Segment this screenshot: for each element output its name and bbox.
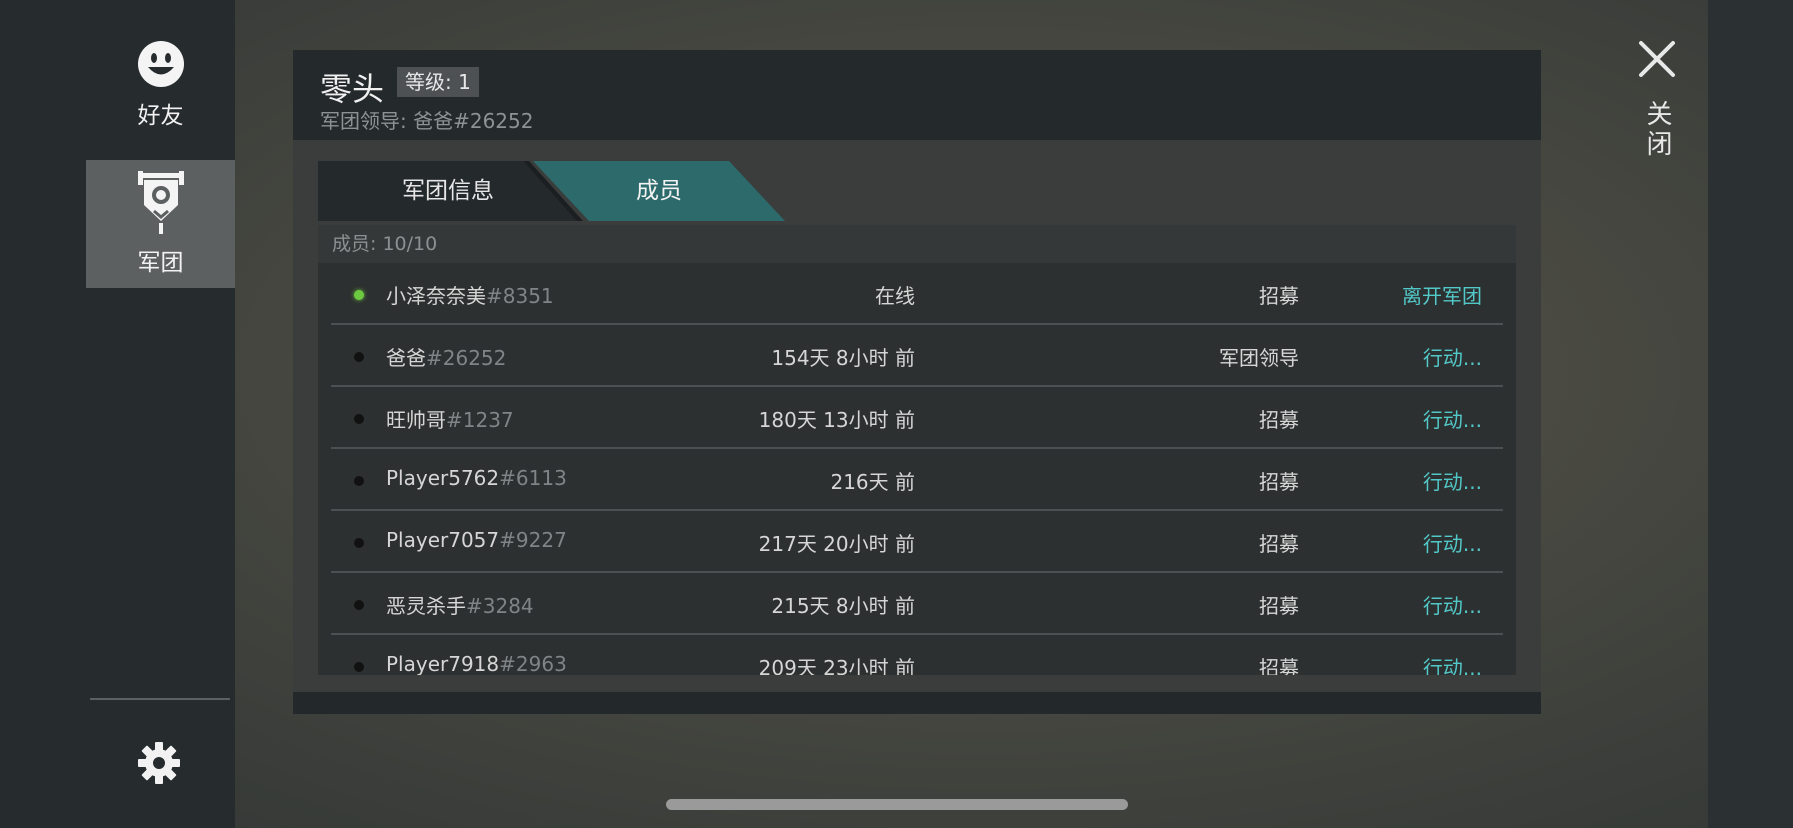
member-count: 成员: 10/10 — [318, 225, 1516, 263]
offline-status-dot — [354, 662, 364, 672]
member-name: 恶灵杀手#3284 — [386, 594, 534, 618]
member-name: Player5762#6113 — [386, 466, 567, 490]
table-row[interactable]: Player7057#9227 217天 20小时 前 招募 行动... — [331, 511, 1503, 573]
corps-panel: 零头 等级: 1 军团领导: 爸爸#26252 军团信息 成员 成员: 10/1… — [293, 50, 1541, 714]
home-indicator[interactable] — [666, 799, 1128, 810]
member-action-button[interactable]: 行动... — [1423, 342, 1482, 371]
panel-footer — [293, 692, 1541, 714]
member-name: 旺帅哥#1237 — [386, 408, 514, 432]
member-action-button[interactable]: 行动... — [1423, 652, 1482, 675]
panel-header: 零头 等级: 1 军团领导: 爸爸#26252 — [293, 50, 1541, 140]
member-last-seen: 217天 20小时 前 — [758, 532, 915, 556]
offline-status-dot — [354, 538, 364, 548]
sidebar-item-label: 军团 — [137, 250, 184, 276]
member-action-button[interactable]: 行动... — [1423, 528, 1482, 557]
smiley-icon — [137, 41, 184, 87]
level-badge: 等级: 1 — [397, 67, 479, 97]
member-role: 招募 — [1259, 656, 1299, 675]
banner-icon — [137, 171, 184, 234]
right-strip — [1708, 0, 1793, 828]
member-last-seen: 215天 8小时 前 — [771, 594, 915, 618]
table-row[interactable]: 旺帅哥#1237 180天 13小时 前 招募 行动... — [331, 387, 1503, 449]
corps-name: 零头 — [320, 70, 385, 108]
offline-status-dot — [354, 600, 364, 610]
sidebar-item-corps[interactable]: 军团 — [86, 160, 235, 288]
offline-status-dot — [354, 476, 364, 486]
member-role: 招募 — [1259, 408, 1299, 432]
member-name: Player7057#9227 — [386, 528, 567, 552]
close-label[interactable]: 关闭 — [1640, 100, 1676, 160]
table-row[interactable]: Player5762#6113 216天 前 招募 行动... — [331, 449, 1503, 511]
sidebar-divider — [90, 698, 230, 700]
leave-corps-button[interactable]: 离开军团 — [1402, 280, 1482, 309]
corps-leader: 军团领导: 爸爸#26252 — [320, 109, 534, 133]
member-name: 爸爸#26252 — [386, 346, 507, 370]
member-role: 招募 — [1259, 594, 1299, 618]
member-name: 小泽奈奈美#8351 — [386, 284, 554, 308]
online-status-dot — [354, 290, 364, 300]
member-last-seen: 216天 前 — [830, 470, 915, 494]
member-last-seen: 154天 8小时 前 — [771, 346, 915, 370]
member-role: 军团领导 — [1219, 346, 1299, 370]
sidebar-item-label: 好友 — [137, 103, 184, 129]
member-role: 招募 — [1259, 532, 1299, 556]
table-row[interactable]: Player7918#2963 209天 23小时 前 招募 行动... — [331, 635, 1503, 675]
gear-icon[interactable] — [138, 742, 180, 784]
member-name: Player7918#2963 — [386, 652, 567, 675]
member-last-seen: 180天 13小时 前 — [758, 408, 915, 432]
member-action-button[interactable]: 行动... — [1423, 404, 1482, 433]
member-role: 招募 — [1259, 284, 1299, 308]
close-icon[interactable] — [1638, 40, 1676, 78]
member-action-button[interactable]: 行动... — [1423, 466, 1482, 495]
offline-status-dot — [354, 414, 364, 424]
table-row[interactable]: 爸爸#26252 154天 8小时 前 军团领导 行动... — [331, 325, 1503, 387]
member-role: 招募 — [1259, 470, 1299, 494]
table-row[interactable]: 恶灵杀手#3284 215天 8小时 前 招募 行动... — [331, 573, 1503, 635]
offline-status-dot — [354, 352, 364, 362]
tab-corps-info[interactable]: 军团信息 — [318, 161, 578, 221]
member-last-seen: 209天 23小时 前 — [758, 656, 915, 675]
member-list[interactable]: 成员: 10/10 小泽奈奈美#8351 在线 招募 离开军团 爸爸#26252… — [318, 225, 1516, 675]
member-action-button[interactable]: 行动... — [1423, 590, 1482, 619]
sidebar-item-friends[interactable]: 好友 — [86, 35, 235, 135]
member-last-seen: 在线 — [875, 284, 915, 308]
table-row[interactable]: 小泽奈奈美#8351 在线 招募 离开军团 — [331, 263, 1503, 325]
